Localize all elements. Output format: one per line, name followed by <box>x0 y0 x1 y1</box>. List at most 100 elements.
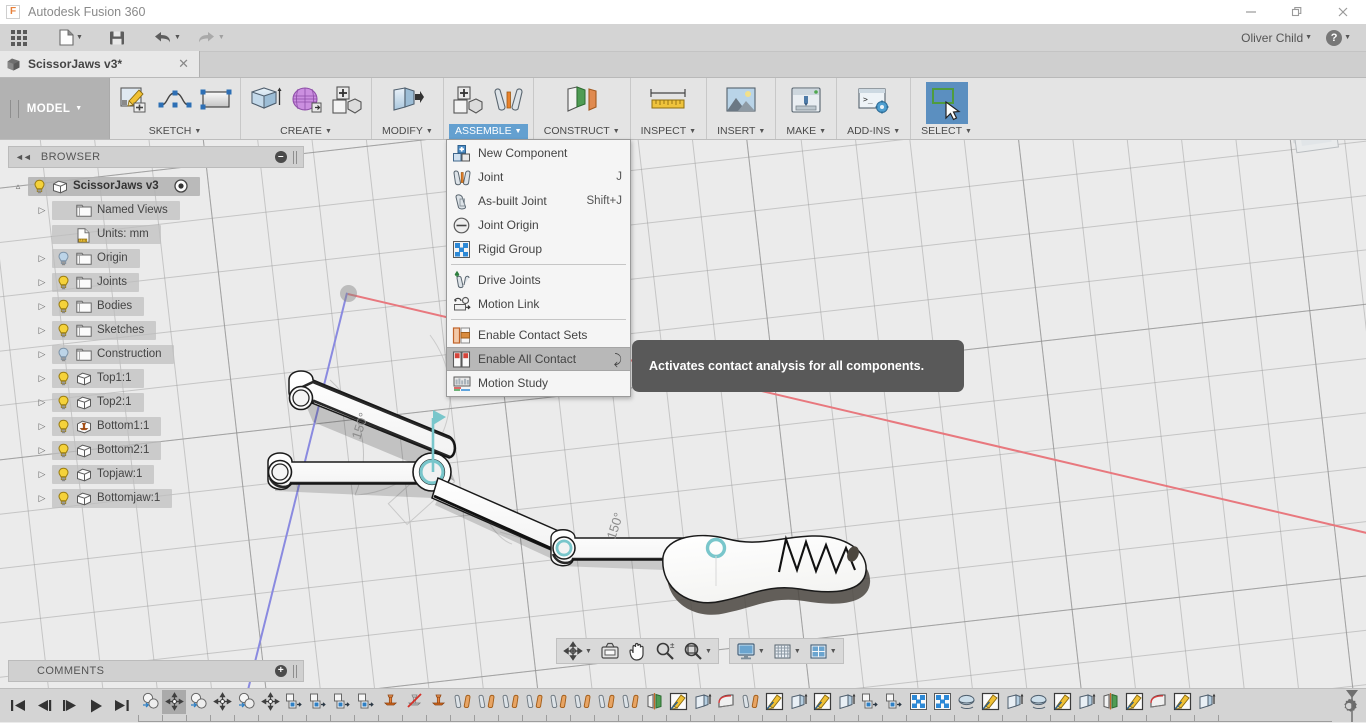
ribbon-group-label-insert[interactable]: INSERT ▼ <box>711 124 771 139</box>
tree-item-pill[interactable]: Joints <box>52 273 139 292</box>
browser-tree-item[interactable]: ▷ Sketches <box>8 318 298 342</box>
tree-item-pill[interactable]: Top1:1 <box>52 369 144 388</box>
timeline-feature-ungrounded-feature[interactable] <box>402 690 426 714</box>
timeline-feature-move-feature[interactable] <box>210 690 234 714</box>
menu-item-enable-contact-sets[interactable]: Enable Contact Sets <box>447 323 630 347</box>
view-cube[interactable]: TOP <box>1276 140 1346 162</box>
minimize-button[interactable] <box>1228 0 1274 24</box>
expander-triangle-icon[interactable]: ▷ <box>32 469 52 480</box>
user-account-button[interactable]: Oliver Child ▼ <box>1236 24 1317 52</box>
save-button[interactable] <box>104 24 130 52</box>
menu-item-motion-link[interactable]: Motion Link <box>447 292 630 316</box>
timeline-feature-joint-feature[interactable] <box>522 690 546 714</box>
workspace-selector[interactable]: MODEL ▼ <box>0 78 110 139</box>
expander-triangle-icon[interactable]: ▷ <box>32 421 52 432</box>
measure-button[interactable] <box>644 82 692 118</box>
tree-item-pill[interactable]: Origin <box>52 249 140 268</box>
visibility-bulb-icon[interactable] <box>56 275 71 290</box>
ribbon-group-label-inspect[interactable]: INSPECT ▼ <box>635 124 702 139</box>
expander-triangle-icon[interactable]: ▷ <box>32 445 52 456</box>
browser-tree-item[interactable]: ▷ Bottom2:1 <box>8 438 298 462</box>
timeline-feature-extrude-feature[interactable] <box>834 690 858 714</box>
press-pull-button[interactable] <box>387 82 427 118</box>
tree-item-pill[interactable]: Bottomjaw:1 <box>52 489 172 508</box>
timeline-feature-fillet-feature[interactable] <box>714 690 738 714</box>
tree-item-pill[interactable]: Bodies <box>52 297 144 316</box>
tree-item-pill[interactable]: ScissorJaws v3 <box>28 177 200 196</box>
expander-triangle-icon[interactable]: ▷ <box>32 205 52 216</box>
ribbon-group-label-construct[interactable]: CONSTRUCT ▼ <box>538 124 626 139</box>
step-forward-button[interactable] <box>60 694 80 718</box>
step-back-button[interactable] <box>34 694 54 718</box>
menu-item-motion-study[interactable]: Motion Study <box>447 371 630 395</box>
timeline-feature-move-feature[interactable] <box>162 690 186 714</box>
timeline-feature-revolve-feature[interactable] <box>954 690 978 714</box>
visibility-bulb-icon[interactable] <box>56 491 71 506</box>
browser-tree-item[interactable]: ▷ Joints <box>8 270 298 294</box>
timeline-feature-joint-feature[interactable] <box>618 690 642 714</box>
expander-triangle-icon[interactable]: ▷ <box>32 397 52 408</box>
ribbon-group-label-addins[interactable]: ADD-INS ▼ <box>841 124 906 139</box>
add-comment-button[interactable]: + <box>275 665 287 677</box>
browser-tree-item[interactable]: ▷ Named Views <box>8 198 298 222</box>
new-file-button[interactable]: ▼ <box>54 24 88 52</box>
timeline-feature-joint-feature[interactable] <box>546 690 570 714</box>
timeline-feature-ground-feature[interactable] <box>426 690 450 714</box>
grid-snaps-button[interactable]: ▼ <box>769 639 805 663</box>
3d-print-button[interactable] <box>786 82 826 118</box>
visibility-bulb-icon[interactable] <box>56 443 71 458</box>
timeline-feature-rigid-group-feature[interactable] <box>930 690 954 714</box>
menu-item-rigid-group[interactable]: Rigid Group <box>447 237 630 261</box>
timeline-feature-extrude-feature[interactable] <box>690 690 714 714</box>
browser-tree-item[interactable]: ▵ ScissorJaws v3 <box>8 174 298 198</box>
browser-tree-item[interactable]: ▷ Top2:1 <box>8 390 298 414</box>
display-settings-button[interactable]: ▼ <box>732 639 769 663</box>
zoom-button[interactable]: ± <box>651 639 679 663</box>
ribbon-group-label-create[interactable]: CREATE ▼ <box>274 124 338 139</box>
ribbon-group-label-select[interactable]: SELECT ▼ <box>915 124 978 139</box>
menu-item-enable-all-contact[interactable]: Enable All Contact⤸ <box>447 347 630 371</box>
ribbon-group-label-sketch[interactable]: SKETCH ▼ <box>143 124 208 139</box>
timeline-track[interactable] <box>138 689 1332 723</box>
restore-button[interactable] <box>1274 0 1320 24</box>
viewports-button[interactable]: ▼ <box>805 639 841 663</box>
tree-item-pill[interactable]: Construction <box>52 345 174 364</box>
browser-tree-item[interactable]: ▷ Origin <box>8 246 298 270</box>
menu-item-drive-joints[interactable]: Drive Joints <box>447 268 630 292</box>
scripts-addins-button[interactable]: >_ <box>854 82 894 118</box>
ribbon-group-label-assemble[interactable]: ASSEMBLE ▼ <box>449 124 528 139</box>
timeline-feature-sketch-feature[interactable] <box>1122 690 1146 714</box>
tree-item-pill[interactable]: Bottom1:1 <box>52 417 161 436</box>
ribbon-group-label-make[interactable]: MAKE ▼ <box>780 124 832 139</box>
rectangle-button[interactable] <box>196 82 236 118</box>
timeline-feature-joint-origin-feature[interactable] <box>234 690 258 714</box>
fit-button[interactable]: ▼ <box>679 639 716 663</box>
timeline-feature-new-component-feature[interactable] <box>882 690 906 714</box>
tree-item-pill[interactable]: Sketches <box>52 321 156 340</box>
expander-triangle-icon[interactable]: ▷ <box>32 325 52 336</box>
panel-grip[interactable] <box>293 151 297 164</box>
tree-item-pill[interactable]: Bottom2:1 <box>52 441 161 460</box>
tree-item-pill[interactable]: Top2:1 <box>52 393 144 412</box>
timeline-feature-new-component-feature[interactable] <box>282 690 306 714</box>
menu-item-new-component[interactable]: New Component <box>447 141 630 165</box>
expander-triangle-icon[interactable]: ▷ <box>32 373 52 384</box>
visibility-bulb-icon[interactable] <box>56 419 71 434</box>
timeline-feature-sketch-feature[interactable] <box>666 690 690 714</box>
pan-button[interactable] <box>624 639 651 663</box>
visibility-bulb-icon[interactable] <box>56 323 71 338</box>
timeline-feature-joint-origin-feature[interactable] <box>186 690 210 714</box>
play-button[interactable] <box>86 694 106 718</box>
browser-tree-item[interactable]: ▷ Bodies <box>8 294 298 318</box>
menu-item-joint[interactable]: JointJ <box>447 165 630 189</box>
timeline-feature-sketch-feature[interactable] <box>1050 690 1074 714</box>
jaw-body[interactable] <box>663 536 870 615</box>
insert-mcmaster-button[interactable] <box>721 82 761 118</box>
document-tab[interactable]: ScissorJaws v3* ✕ <box>0 51 200 77</box>
expander-triangle-icon[interactable]: ▷ <box>32 301 52 312</box>
tree-item-pill[interactable]: Units: mm <box>52 225 161 244</box>
timeline-feature-joint-feature[interactable] <box>498 690 522 714</box>
visibility-bulb-icon[interactable] <box>56 299 71 314</box>
menu-item-as-built-joint[interactable]: As-built JointShift+J <box>447 189 630 213</box>
timeline-feature-new-component-feature[interactable] <box>858 690 882 714</box>
